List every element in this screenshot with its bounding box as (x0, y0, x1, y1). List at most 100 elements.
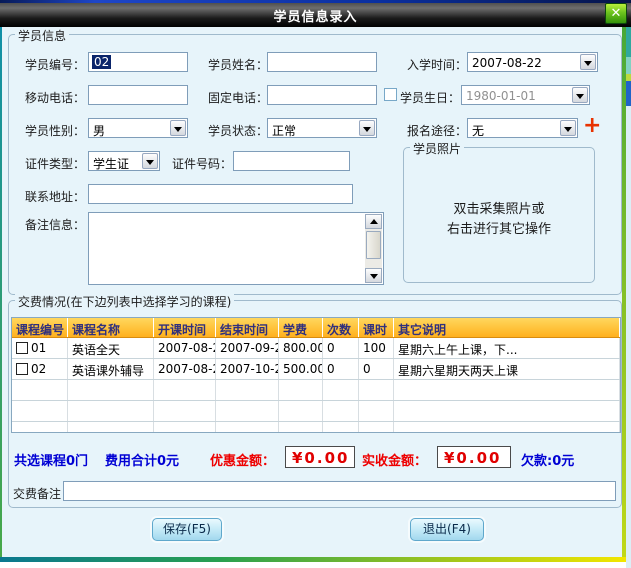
table-cell: 星期六星期天两天上课 (394, 359, 620, 379)
table-cell: 2007-08-21 (154, 338, 216, 358)
remarks-scrollbar[interactable] (365, 214, 382, 283)
received-amount-box[interactable]: ¥0.00 (437, 446, 511, 468)
table-row[interactable] (12, 401, 620, 422)
gender-combo[interactable]: 男 (88, 118, 188, 138)
column-header[interactable]: 课时 (359, 318, 394, 337)
table-cell: 800.00 (279, 338, 323, 358)
table-cell (323, 380, 359, 400)
fixed-phone-input[interactable] (267, 85, 377, 105)
table-cell (216, 422, 279, 433)
column-header[interactable]: 开课时间 (154, 318, 216, 337)
course-table-body: 01英语全天2007-08-212007-09-21800.000100星期六上… (12, 338, 620, 433)
table-cell (279, 422, 323, 433)
remarks-textarea[interactable] (88, 212, 384, 285)
table-cell: 02 (12, 359, 68, 379)
table-cell: 500.00 (279, 359, 323, 379)
chevron-down-icon (564, 127, 572, 132)
close-button[interactable]: ✕ (605, 3, 627, 24)
table-cell: 2007-08-21 (154, 359, 216, 379)
table-cell: 英语全天 (68, 338, 154, 358)
discount-amount-box[interactable]: ¥0.00 (285, 446, 355, 468)
row-checkbox[interactable] (16, 363, 28, 375)
birthday-checkbox[interactable] (384, 88, 397, 101)
table-cell: 英语课外辅导 (68, 359, 154, 379)
total-fee-text: 费用合计0元 (105, 450, 179, 469)
table-cell (12, 401, 68, 421)
id-type-combo[interactable]: 学生证 (88, 151, 160, 171)
table-row[interactable] (12, 380, 620, 401)
birthday-label: 学员生日： (400, 89, 460, 106)
table-cell (12, 380, 68, 400)
exit-button[interactable]: 退出(F4) (410, 518, 484, 541)
save-button[interactable]: 保存(F5) (152, 518, 222, 541)
table-cell: 0 (323, 338, 359, 358)
scroll-up-button[interactable] (365, 214, 382, 229)
table-cell (279, 380, 323, 400)
id-type-label: 证件类型： (25, 155, 85, 172)
photo-panel[interactable]: 学员照片 双击采集照片或 右击进行其它操作 (403, 147, 595, 283)
payment-legend: 交费情况(在下边列表中选择学习的课程) (15, 293, 234, 310)
table-cell (394, 380, 620, 400)
enroll-date-combo[interactable]: 2007-08-22 (467, 52, 598, 72)
table-row[interactable] (12, 422, 620, 433)
column-header[interactable]: 课程名称 (68, 318, 154, 337)
background-window-edge (626, 27, 631, 568)
status-dropdown-button[interactable] (359, 120, 375, 136)
address-input[interactable] (88, 184, 353, 204)
birthday-dropdown-button[interactable] (572, 87, 588, 103)
table-cell (279, 401, 323, 421)
status-combo[interactable]: 正常 (267, 118, 377, 138)
student-id-label: 学员编号： (25, 56, 85, 73)
photo-legend: 学员照片 (410, 140, 464, 157)
address-label: 联系地址： (25, 188, 85, 205)
id-number-label: 证件号码： (172, 155, 232, 172)
student-id-selected-text: 02 (92, 55, 111, 69)
column-header[interactable]: 结束时间 (216, 318, 279, 337)
pay-remark-input[interactable] (63, 481, 616, 501)
discount-label: 优惠金额： (210, 450, 275, 469)
enroll-channel-combo[interactable]: 无 (467, 118, 578, 138)
table-cell (216, 401, 279, 421)
table-cell (359, 401, 394, 421)
photo-hint-text[interactable]: 双击采集照片或 右击进行其它操作 (404, 200, 594, 240)
student-name-input[interactable] (267, 52, 377, 72)
column-header[interactable]: 其它说明 (394, 318, 620, 337)
window-border-bottom (0, 557, 626, 562)
id-type-dropdown-button[interactable] (142, 153, 158, 169)
gender-dropdown-button[interactable] (170, 120, 186, 136)
chevron-down-icon (174, 127, 182, 132)
student-id-input[interactable]: 02 (88, 52, 188, 72)
column-header[interactable]: 次数 (323, 318, 359, 337)
table-cell (154, 401, 216, 421)
student-entry-dialog: 学员信息录入 ✕ 学员信息 学员编号： 02 学员姓名： 入学时间： 2007-… (0, 0, 631, 568)
table-cell (68, 401, 154, 421)
fixed-phone-label: 固定电话： (208, 89, 268, 106)
course-table: 课程编号课程名称开课时间结束时间学费次数课时其它说明 01英语全天2007-08… (11, 317, 621, 433)
gender-label: 学员性别： (25, 122, 85, 139)
table-row[interactable]: 01英语全天2007-08-212007-09-21800.000100星期六上… (12, 338, 620, 359)
enroll-date-dropdown-button[interactable] (580, 54, 596, 70)
chevron-down-icon (146, 160, 154, 165)
table-cell: 2007-09-21 (216, 338, 279, 358)
table-cell (216, 380, 279, 400)
scroll-down-button[interactable] (365, 268, 382, 283)
arrow-down-icon (370, 274, 378, 279)
status-label: 学员状态： (208, 122, 268, 139)
table-row[interactable]: 02英语课外辅导2007-08-212007-10-21500.0000星期六星… (12, 359, 620, 380)
table-cell (394, 401, 620, 421)
table-cell (68, 380, 154, 400)
remarks-label: 备注信息： (25, 216, 85, 233)
column-header[interactable]: 学费 (279, 318, 323, 337)
chevron-down-icon (584, 61, 592, 66)
mobile-phone-input[interactable] (88, 85, 188, 105)
birthday-combo[interactable]: 1980-01-01 (461, 85, 590, 105)
table-cell: 2007-10-21 (216, 359, 279, 379)
add-channel-icon[interactable]: + (583, 116, 601, 136)
table-cell (359, 422, 394, 433)
column-header[interactable]: 课程编号 (12, 318, 68, 337)
id-number-input[interactable] (233, 151, 350, 171)
enroll-channel-dropdown-button[interactable] (560, 120, 576, 136)
table-cell (154, 380, 216, 400)
row-checkbox[interactable] (16, 342, 28, 354)
scrollbar-thumb[interactable] (366, 231, 381, 259)
